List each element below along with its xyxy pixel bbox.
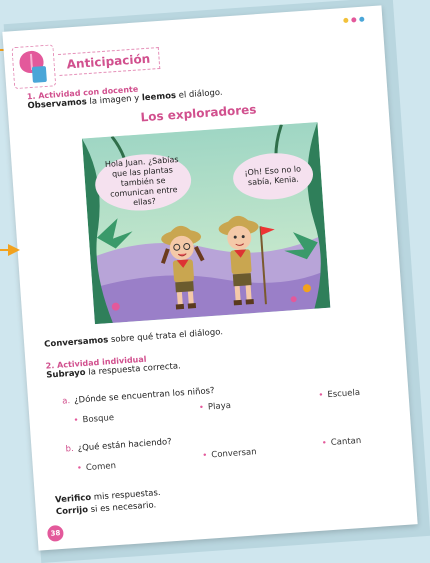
dot-yellow (343, 17, 349, 24)
discussion-bold: Conversamos (43, 335, 109, 350)
option-b1[interactable]: • Comen (77, 461, 117, 474)
brain-book-icon (11, 44, 57, 90)
dot-pink (351, 17, 357, 23)
discussion-line: Conversamos sobre qué trata el diálogo. (44, 327, 223, 349)
explorers-illustration: Hola Juan. ¿Sabías que las plantas tambi… (81, 122, 331, 325)
instruction-bold-2: leemos (141, 90, 177, 104)
question-a: a. ¿Dónde se encuentran los niños? (62, 386, 215, 407)
page-number: 38 (46, 524, 64, 542)
discussion-text: sobre qué trata el diálogo. (107, 327, 224, 346)
option-b1-label: Comen (85, 461, 117, 474)
section-title: Anticipación (58, 47, 160, 77)
section-header: Anticipación (11, 37, 160, 90)
option-a1[interactable]: • Bosque (73, 413, 114, 426)
option-b3-label: Cantan (330, 435, 362, 448)
pointer-arrow-mid (8, 244, 20, 256)
illustration-scene (81, 122, 331, 325)
bullet-icon: • (321, 438, 328, 449)
option-b2-label: Conversan (211, 447, 257, 461)
question-a-letter: a. (61, 396, 71, 407)
activity2-block: 2. Actividad individual Subrayo la respu… (45, 352, 181, 381)
question-a-text: ¿Dónde se encuentran los niños? (73, 385, 215, 406)
bullet-icon: • (73, 415, 79, 426)
option-a3[interactable]: • Escuela (318, 388, 360, 401)
option-b2[interactable]: • Conversan (202, 447, 257, 461)
textbook-page: Anticipación 1. Actividad con docente Ob… (2, 5, 418, 551)
option-a2[interactable]: • Playa (199, 401, 232, 413)
dot-blue (359, 16, 365, 22)
option-a2-label: Playa (207, 400, 232, 413)
instruction-text-2: el diálogo. (175, 87, 223, 101)
activity2-bold: Subrayo (46, 367, 86, 381)
option-a1-label: Bosque (82, 413, 115, 426)
bullet-icon: • (202, 450, 208, 461)
decorative-dots (343, 16, 365, 24)
bullet-icon: • (76, 463, 83, 474)
correct-text: si es necesario. (87, 500, 157, 516)
option-a3-label: Escuela (327, 387, 361, 401)
correct-bold: Corrijo (55, 505, 89, 518)
book-icon (31, 65, 47, 83)
verify-bold: Verifico (54, 492, 92, 506)
option-b3[interactable]: • Cantan (321, 436, 361, 449)
question-b-text: ¿Qué están haciendo? (77, 437, 172, 454)
question-b: b. ¿Qué están haciendo? (65, 437, 172, 454)
bullet-icon: • (198, 402, 205, 414)
speech-bubble-left: Hola Juan. ¿Sabías que las plantas tambi… (93, 151, 194, 214)
question-b-letter: b. (65, 443, 75, 455)
bullet-icon: • (318, 390, 324, 401)
